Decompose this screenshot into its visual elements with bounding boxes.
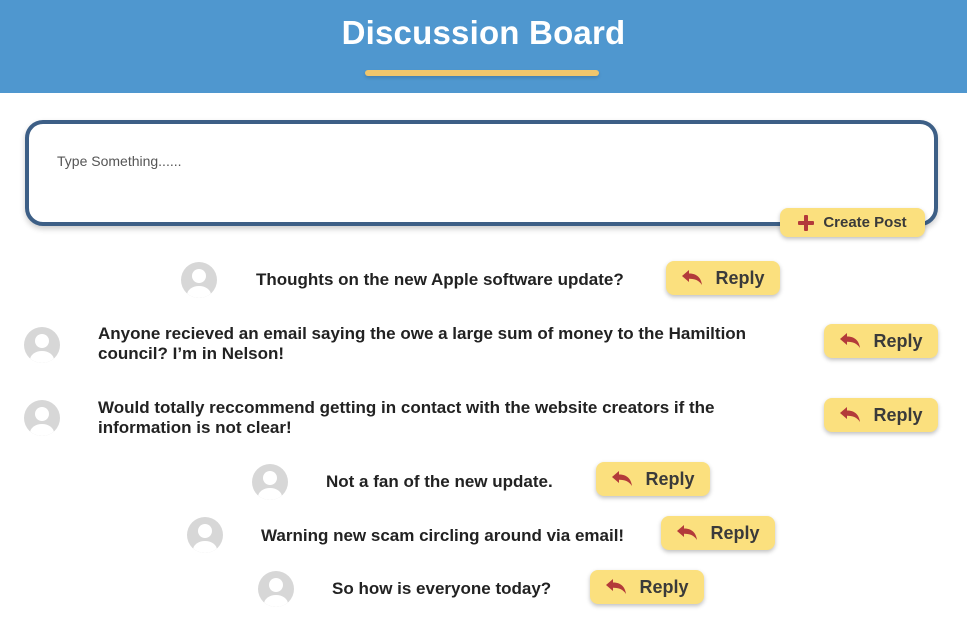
user-avatar-icon [258, 471, 282, 500]
avatar [24, 327, 60, 363]
reply-button[interactable]: Reply [661, 516, 775, 550]
reply-label: Reply [710, 522, 760, 543]
reply-label: Reply [873, 404, 923, 425]
reply-button[interactable]: Reply [596, 462, 710, 496]
reply-button[interactable]: Reply [824, 324, 938, 358]
page-header: Discussion Board [0, 0, 967, 93]
post-text: Anyone recieved an email saying the owe … [98, 324, 747, 363]
avatar [252, 464, 288, 500]
title-underline [365, 70, 599, 76]
post-text: Would totally reccommend getting in cont… [98, 398, 715, 437]
avatar [258, 571, 294, 607]
reply-arrow-icon [606, 579, 627, 594]
reply-arrow-icon [677, 525, 698, 540]
post-text: Not a fan of the new update. [326, 472, 553, 491]
reply-button[interactable]: Reply [666, 261, 780, 295]
post-text: Warning new scam circling around via ema… [261, 526, 625, 545]
reply-arrow-icon [612, 471, 633, 486]
page-title: Discussion Board [341, 14, 626, 51]
user-avatar-icon [187, 269, 211, 298]
user-avatar-icon [264, 578, 288, 607]
reply-button[interactable]: Reply [824, 398, 938, 432]
post-text: So how is everyone today? [332, 579, 552, 598]
reply-label: Reply [645, 468, 695, 489]
reply-arrow-icon [840, 407, 861, 422]
avatar [181, 262, 217, 298]
reply-arrow-icon [682, 270, 703, 285]
user-avatar-icon [30, 407, 54, 436]
plus-icon [798, 214, 815, 231]
reply-button[interactable]: Reply [590, 570, 704, 604]
create-post-button[interactable]: Create Post [780, 208, 925, 237]
post-text: Thoughts on the new Apple software updat… [256, 270, 624, 289]
avatar [24, 400, 60, 436]
create-post-label: Create Post [823, 214, 907, 231]
reply-label: Reply [639, 576, 689, 597]
reply-arrow-icon [840, 333, 861, 348]
user-avatar-icon [193, 524, 217, 553]
reply-label: Reply [715, 267, 765, 288]
avatar [187, 517, 223, 553]
post-input[interactable] [55, 148, 899, 174]
reply-label: Reply [873, 330, 923, 351]
user-avatar-icon [30, 334, 54, 363]
